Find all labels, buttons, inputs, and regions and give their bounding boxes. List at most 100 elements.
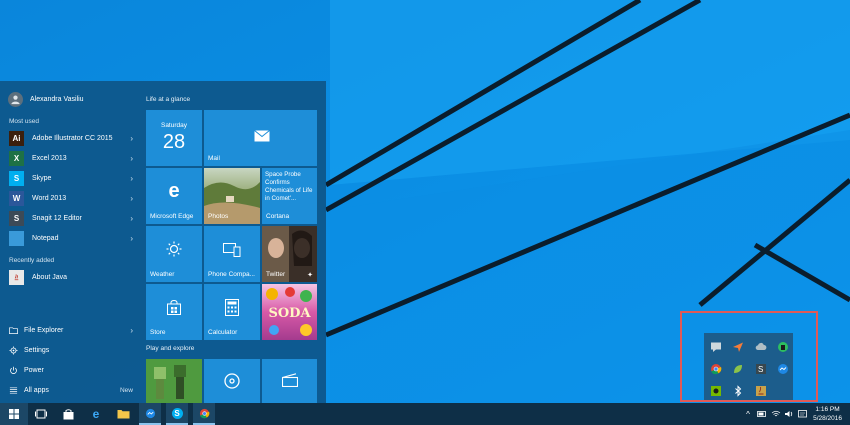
network-button[interactable] xyxy=(770,403,782,425)
music-disc-icon xyxy=(224,373,240,389)
candy-crush-tile[interactable]: SODA xyxy=(262,284,317,340)
clock-date: 5/28/2016 xyxy=(813,415,842,422)
edge-icon: e xyxy=(168,180,180,202)
wifi-icon xyxy=(771,410,781,417)
play-and-explore-heading: Play and explore xyxy=(146,345,195,352)
taskbar-chrome-button[interactable] xyxy=(193,403,215,425)
windows-logo-icon xyxy=(9,409,19,419)
taskbar-clock[interactable]: 1:16 PM 5/28/2016 xyxy=(813,405,842,423)
taskbar-edge-button[interactable]: e xyxy=(85,403,107,425)
start-menu: Alexandra Vasiliu Most used Ai Adobe Illu… xyxy=(0,81,326,403)
user-name: Alexandra Vasiliu xyxy=(30,96,84,103)
app-item-label: Snagit 12 Editor xyxy=(32,215,82,222)
speaker-icon xyxy=(785,411,793,417)
store-icon xyxy=(63,408,73,419)
folder-icon xyxy=(117,410,129,419)
mail-icon xyxy=(254,130,270,142)
edge-tile[interactable]: e Microsoft Edge xyxy=(146,168,202,224)
calendar-tile[interactable]: Saturday 28 xyxy=(146,110,202,166)
chevron-up-icon: ^ xyxy=(746,409,750,419)
store-tile-label: Store xyxy=(150,329,166,336)
new-badge: New xyxy=(119,387,133,394)
cortana-tile[interactable]: Space Probe Confirms Chemicals of Life i… xyxy=(262,168,317,224)
twitter-tile-label: Twitter xyxy=(266,271,286,278)
power-item[interactable]: Power xyxy=(9,362,133,379)
app-item[interactable]: Notepad › xyxy=(9,230,133,247)
cortana-headline: Space Probe Confirms Chemicals of Life i… xyxy=(265,171,313,202)
edge-icon: e xyxy=(92,407,100,421)
store-bag-icon xyxy=(167,300,181,315)
gear-icon xyxy=(9,346,18,355)
notepad-icon xyxy=(9,231,24,246)
excel-icon: X xyxy=(9,151,24,166)
phone-companion-tile[interactable]: Phone Compa... xyxy=(204,226,260,282)
power-label: Power xyxy=(24,367,44,374)
folder-icon xyxy=(9,327,18,335)
calculator-icon xyxy=(225,299,239,316)
app-item-label: Notepad xyxy=(32,235,59,242)
chevron-right-icon[interactable]: › xyxy=(130,214,133,223)
file-explorer-label: File Explorer xyxy=(24,327,64,334)
app-item-label: Adobe Illustrator CC 2015 xyxy=(32,135,113,142)
app-item[interactable]: X Excel 2013 › xyxy=(9,150,133,167)
user-account[interactable]: Alexandra Vasiliu xyxy=(8,91,84,108)
battery-icon xyxy=(757,411,766,417)
chevron-right-icon[interactable]: › xyxy=(130,194,133,203)
show-hidden-icons-button[interactable]: ^ xyxy=(742,403,754,425)
calculator-tile[interactable]: Calculator xyxy=(204,284,260,340)
java-icon xyxy=(9,270,24,285)
chevron-right-icon[interactable]: › xyxy=(130,234,133,243)
store-tile[interactable]: Store xyxy=(146,284,202,340)
file-explorer-item[interactable]: File Explorer › xyxy=(9,322,133,339)
taskbar-skype-button[interactable]: S xyxy=(166,403,188,425)
weather-tile[interactable]: Weather xyxy=(146,226,202,282)
app-item[interactable]: S Skype › xyxy=(9,170,133,187)
task-view-button[interactable] xyxy=(30,403,52,425)
movies-tv-tile[interactable] xyxy=(262,359,317,403)
app-item[interactable]: W Word 2013 › xyxy=(9,190,133,207)
app-item-about-java[interactable]: About Java xyxy=(9,269,133,286)
action-center-button[interactable] xyxy=(796,403,808,425)
life-at-a-glance-heading: Life at a glance xyxy=(146,96,191,103)
settings-item[interactable]: Settings xyxy=(9,342,133,359)
settings-label: Settings xyxy=(24,347,50,354)
phone-companion-icon xyxy=(223,243,241,257)
taskbar-messenger-button[interactable] xyxy=(139,403,161,425)
chevron-right-icon[interactable]: › xyxy=(130,174,133,183)
most-used-heading: Most used xyxy=(9,118,39,125)
clock-time: 1:16 PM xyxy=(815,406,840,413)
list-icon xyxy=(9,387,18,394)
chevron-right-icon[interactable]: › xyxy=(130,134,133,143)
chevron-right-icon[interactable]: › xyxy=(130,154,133,163)
highlight-rectangle xyxy=(680,311,818,402)
volume-button[interactable] xyxy=(783,403,795,425)
mail-tile-label: Mail xyxy=(208,155,220,162)
taskbar: e S ^ 1:16 PM 5/28/2016 xyxy=(0,403,850,425)
minecraft-tile[interactable] xyxy=(146,359,202,403)
candy-crush-soda-text: SODA xyxy=(268,306,311,321)
app-item[interactable]: Ai Adobe Illustrator CC 2015 › xyxy=(9,130,133,147)
all-apps-item[interactable]: All apps New xyxy=(9,382,133,399)
power-icon xyxy=(10,366,17,374)
app-item[interactable]: S Snagit 12 Editor › xyxy=(9,210,133,227)
start-button[interactable] xyxy=(0,403,28,425)
chevron-right-icon: › xyxy=(130,326,133,335)
photos-tile[interactable]: Photos xyxy=(204,168,260,224)
weather-tile-label: Weather xyxy=(150,271,175,278)
snagit-icon: S xyxy=(9,211,24,226)
calendar-day: Saturday xyxy=(160,122,188,129)
user-avatar-icon xyxy=(8,92,23,107)
sun-icon xyxy=(166,241,182,257)
word-icon: W xyxy=(9,191,24,206)
recently-added-heading: Recently added xyxy=(9,257,55,264)
app-item-label: Word 2013 xyxy=(32,195,67,202)
app-item-label: Excel 2013 xyxy=(32,155,67,162)
mail-tile[interactable]: Mail xyxy=(204,110,317,166)
taskbar-store-button[interactable] xyxy=(57,403,79,425)
taskbar-file-explorer-button[interactable] xyxy=(112,403,134,425)
calculator-tile-label: Calculator xyxy=(208,329,238,336)
battery-button[interactable] xyxy=(756,403,768,425)
twitter-bird-icon: ✦ xyxy=(307,272,313,279)
groove-music-tile[interactable] xyxy=(204,359,260,403)
twitter-tile[interactable]: Twitter ✦ xyxy=(262,226,317,282)
